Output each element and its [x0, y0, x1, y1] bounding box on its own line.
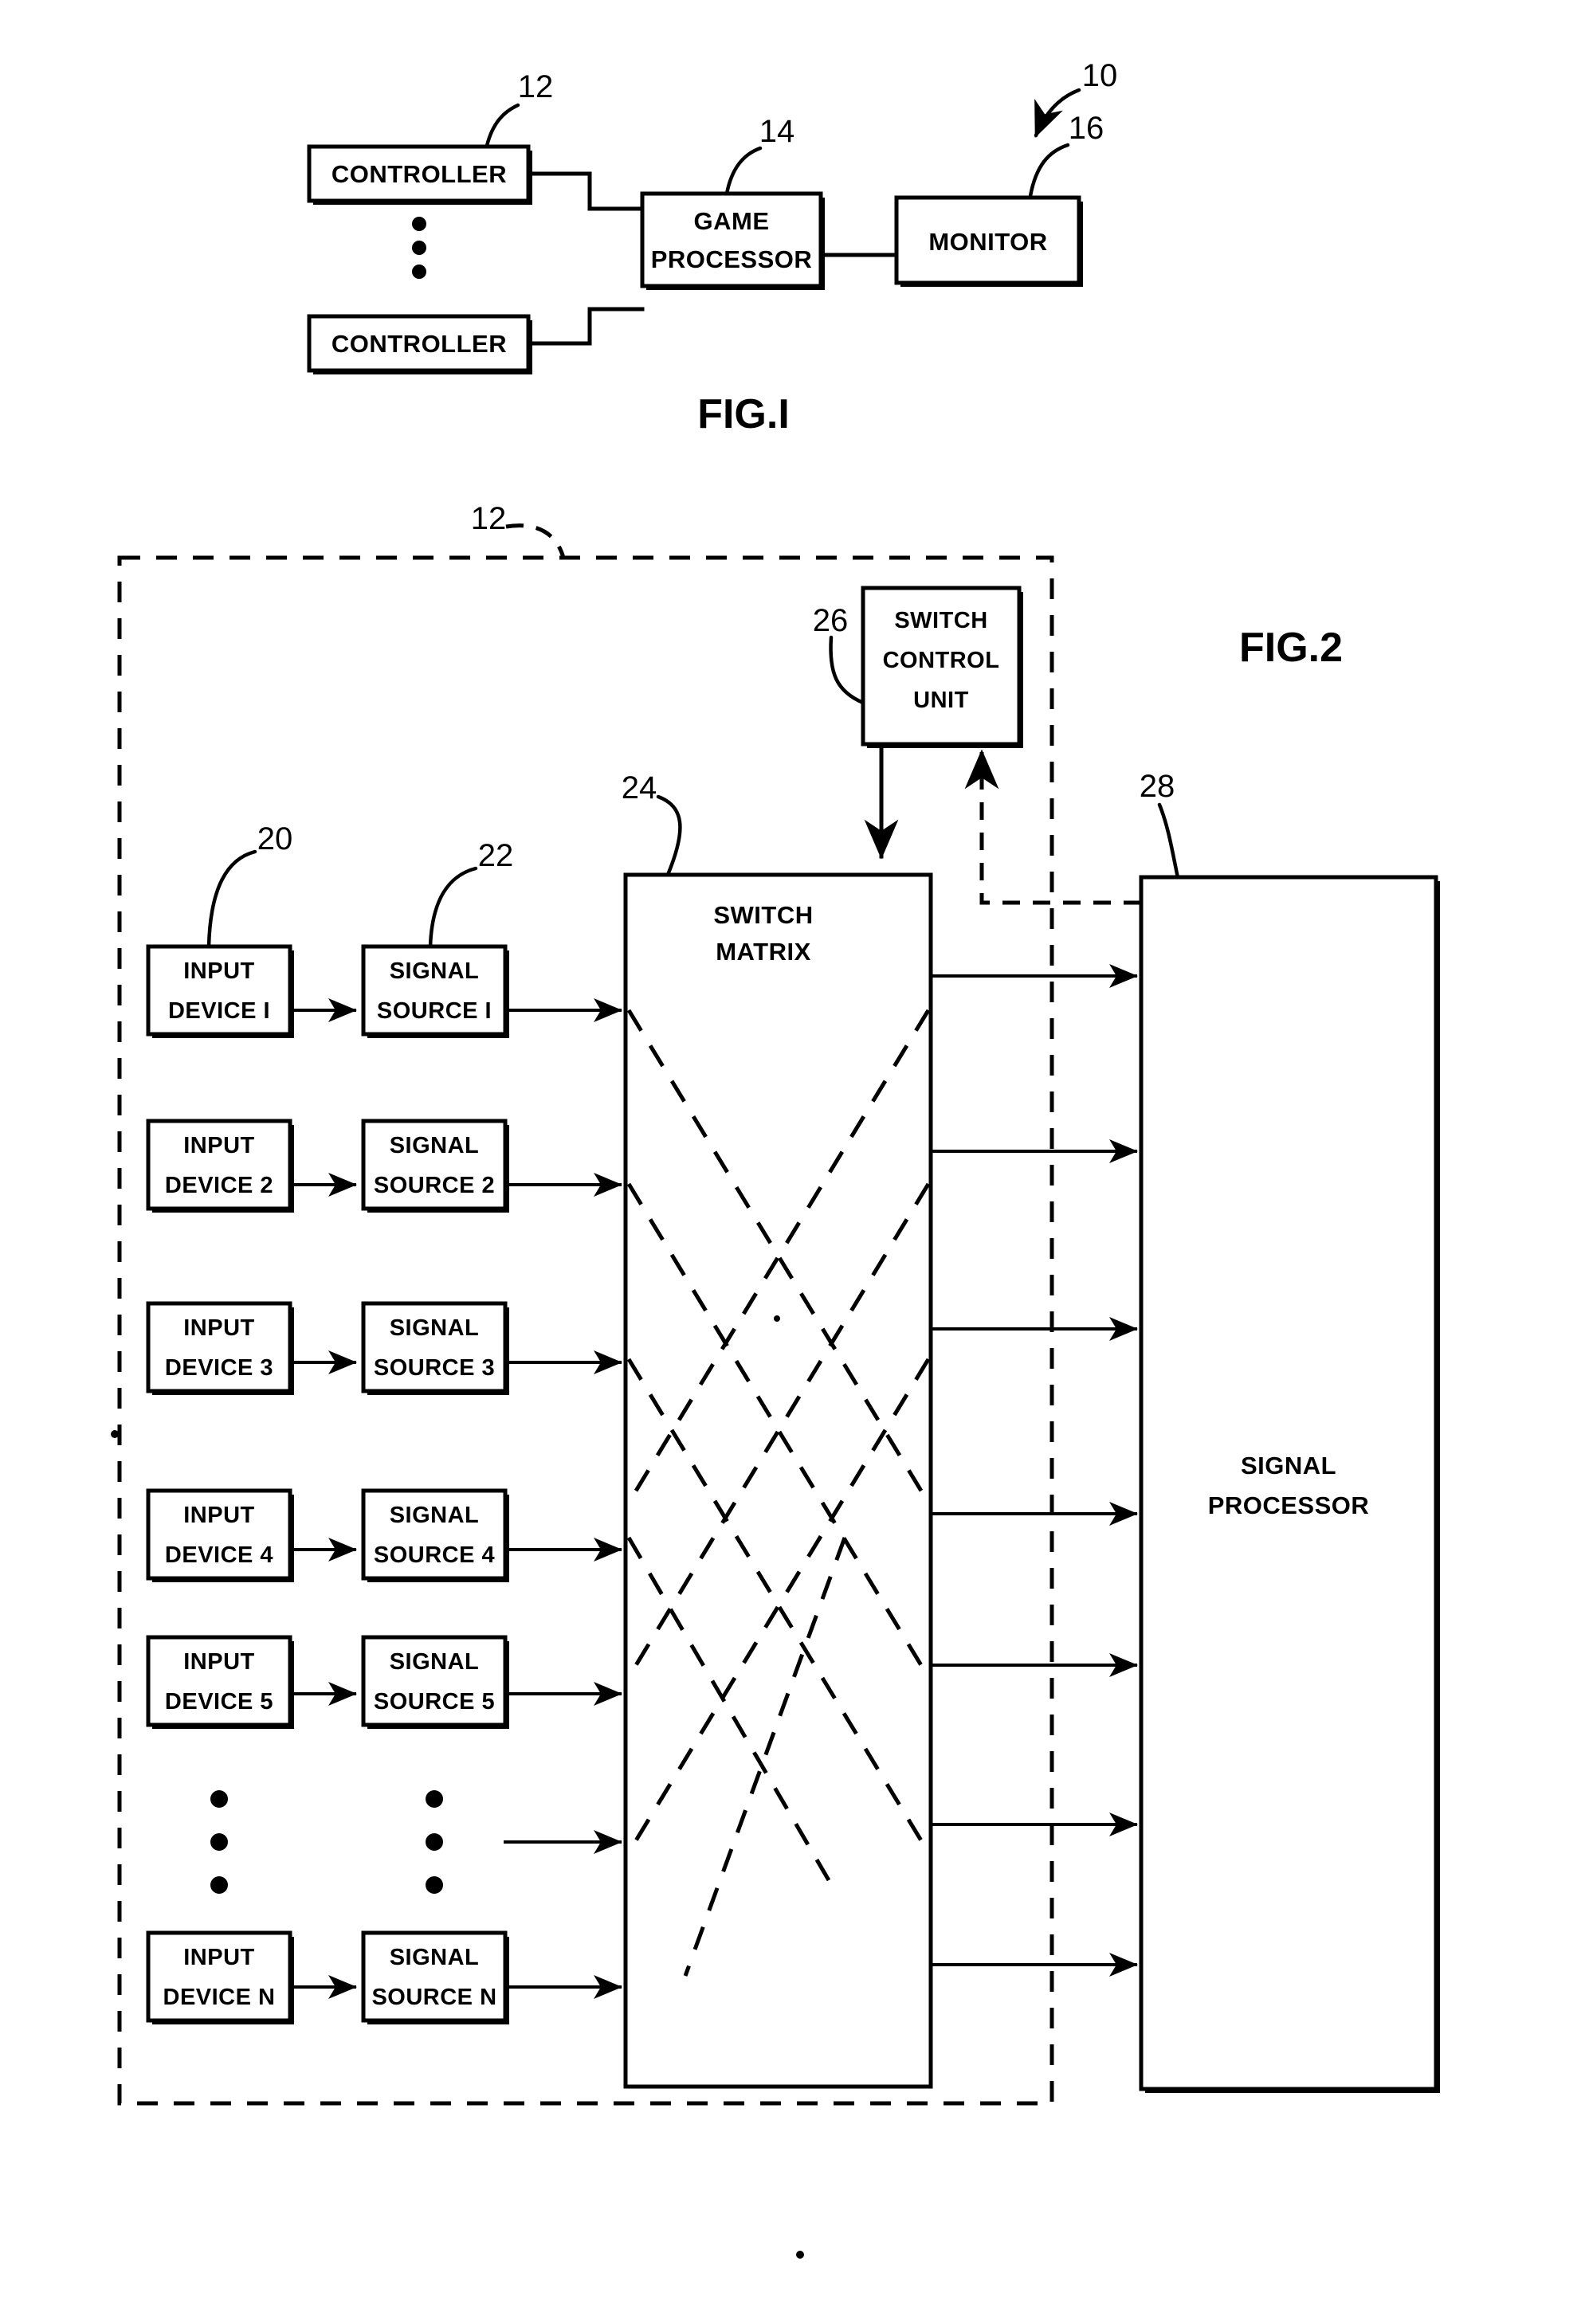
fig2-switch-matrix-label-2: MATRIX — [716, 938, 811, 966]
scan-artifact-dot-left — [111, 1430, 119, 1438]
fig1-controller-bottom-label: CONTROLLER — [332, 330, 507, 358]
patent-drawing-sheet: 12 CONTROLLER CONTROLLER 14 GAME PROCESS… — [0, 0, 1585, 2324]
fig1-ref-16-leader — [1028, 143, 1070, 198]
fig1-caption: FIG.I — [697, 391, 790, 437]
fig2-switch-control-unit-label-1: SWITCH — [894, 608, 987, 633]
fig1-ref-14-leader — [724, 146, 763, 196]
fig2-signal-processor-label-1: SIGNAL — [1241, 1452, 1336, 1479]
fig2-signal-source-label-3a: SIGNAL — [390, 1315, 480, 1341]
fig2-input-device-label-2b: DEVICE 2 — [165, 1173, 273, 1198]
fig2-input-device-label-4b: DEVICE 4 — [165, 1542, 273, 1568]
fig1-ref-12-top-leader — [484, 103, 520, 151]
fig2-input-device-label-3b: DEVICE 3 — [165, 1355, 273, 1381]
fig2-input-device-label-1a: INPUT — [183, 958, 255, 984]
fig2-input-device-label-nb: DEVICE N — [163, 1985, 276, 2010]
fig1-controller-top-label: CONTROLLER — [332, 160, 507, 188]
fig2-ref-22-leader — [428, 866, 478, 949]
fig2-signal-source-label-nb: SOURCE N — [371, 1985, 496, 2010]
fig1-ref-14: 14 — [759, 114, 795, 149]
fig2-ref-12-leader — [505, 523, 566, 558]
fig2-input-device-label-5a: INPUT — [183, 1649, 255, 1675]
fig1-game-processor-label-1: GAME — [694, 207, 770, 235]
fig1-controller-wires — [526, 171, 645, 346]
fig2-signal-processor-box — [1139, 875, 1440, 2093]
fig2-input-device-label-4a: INPUT — [183, 1503, 255, 1528]
fig2-signal-source-label-2b: SOURCE 2 — [374, 1173, 495, 1198]
fig1-ref-10: 10 — [1082, 58, 1118, 93]
fig1-game-processor-label-2: PROCESSOR — [651, 245, 813, 273]
fig2-ref-20-leader — [206, 849, 257, 949]
fig2-signalprocessor-to-scu-dashed — [964, 749, 1141, 905]
fig2-switch-matrix-box — [623, 872, 933, 2089]
fig2-signal-source-label-5a: SIGNAL — [390, 1649, 480, 1675]
fig2-signal-processor-label-2: PROCESSOR — [1208, 1491, 1370, 1519]
fig2-input-device-label-2a: INPUT — [183, 1133, 255, 1158]
fig2-switch-control-unit-label-3: UNIT — [913, 688, 969, 713]
fig2-switch-control-unit-label-2: CONTROL — [883, 648, 1000, 673]
fig2-ref-28: 28 — [1140, 769, 1175, 804]
scan-artifact-dot-bottom — [796, 2251, 804, 2259]
fig2-signal-source-label-4a: SIGNAL — [390, 1503, 480, 1528]
fig2-signal-source-label-1a: SIGNAL — [390, 958, 480, 984]
fig1-monitor-label: MONITOR — [928, 228, 1047, 256]
figure-canvas: 12 CONTROLLER CONTROLLER 14 GAME PROCESS… — [111, 58, 1440, 2259]
fig1-ref-16: 16 — [1069, 111, 1104, 146]
fig2-switch-matrix-label-1: SWITCH — [713, 901, 813, 929]
fig2-input-device-ellipsis — [210, 1790, 228, 1894]
fig2-signal-source-label-5b: SOURCE 5 — [374, 1689, 495, 1715]
fig2-ref-12: 12 — [471, 501, 507, 536]
fig2-ref-26-leader — [829, 635, 865, 705]
fig2-ref-22: 22 — [478, 838, 514, 873]
fig2-signal-source-ellipsis — [426, 1790, 443, 1894]
fig2-input-device-label-5b: DEVICE 5 — [165, 1689, 273, 1715]
fig2-signal-source-label-2a: SIGNAL — [390, 1133, 480, 1158]
fig1-controller-ellipsis — [412, 217, 426, 279]
fig2-input-device-label-1b: DEVICE I — [168, 998, 270, 1024]
fig2-signal-source-label-1b: SOURCE I — [377, 998, 492, 1024]
fig2-ref-24: 24 — [622, 770, 657, 805]
fig1-ref-12-top: 12 — [518, 69, 554, 104]
fig2-ref-26: 26 — [813, 603, 849, 638]
fig2-signal-source-label-4b: SOURCE 4 — [374, 1542, 495, 1568]
fig2-input-device-label-na: INPUT — [183, 1945, 255, 1970]
fig2-ref-20: 20 — [257, 821, 293, 856]
fig2-input-device-label-3a: INPUT — [183, 1315, 255, 1341]
fig2-signal-source-label-3b: SOURCE 3 — [374, 1355, 495, 1381]
fig2-signal-source-label-na: SIGNAL — [390, 1945, 480, 1970]
fig2-ref-24-leader — [656, 794, 682, 877]
fig2-caption: FIG.2 — [1239, 625, 1343, 671]
